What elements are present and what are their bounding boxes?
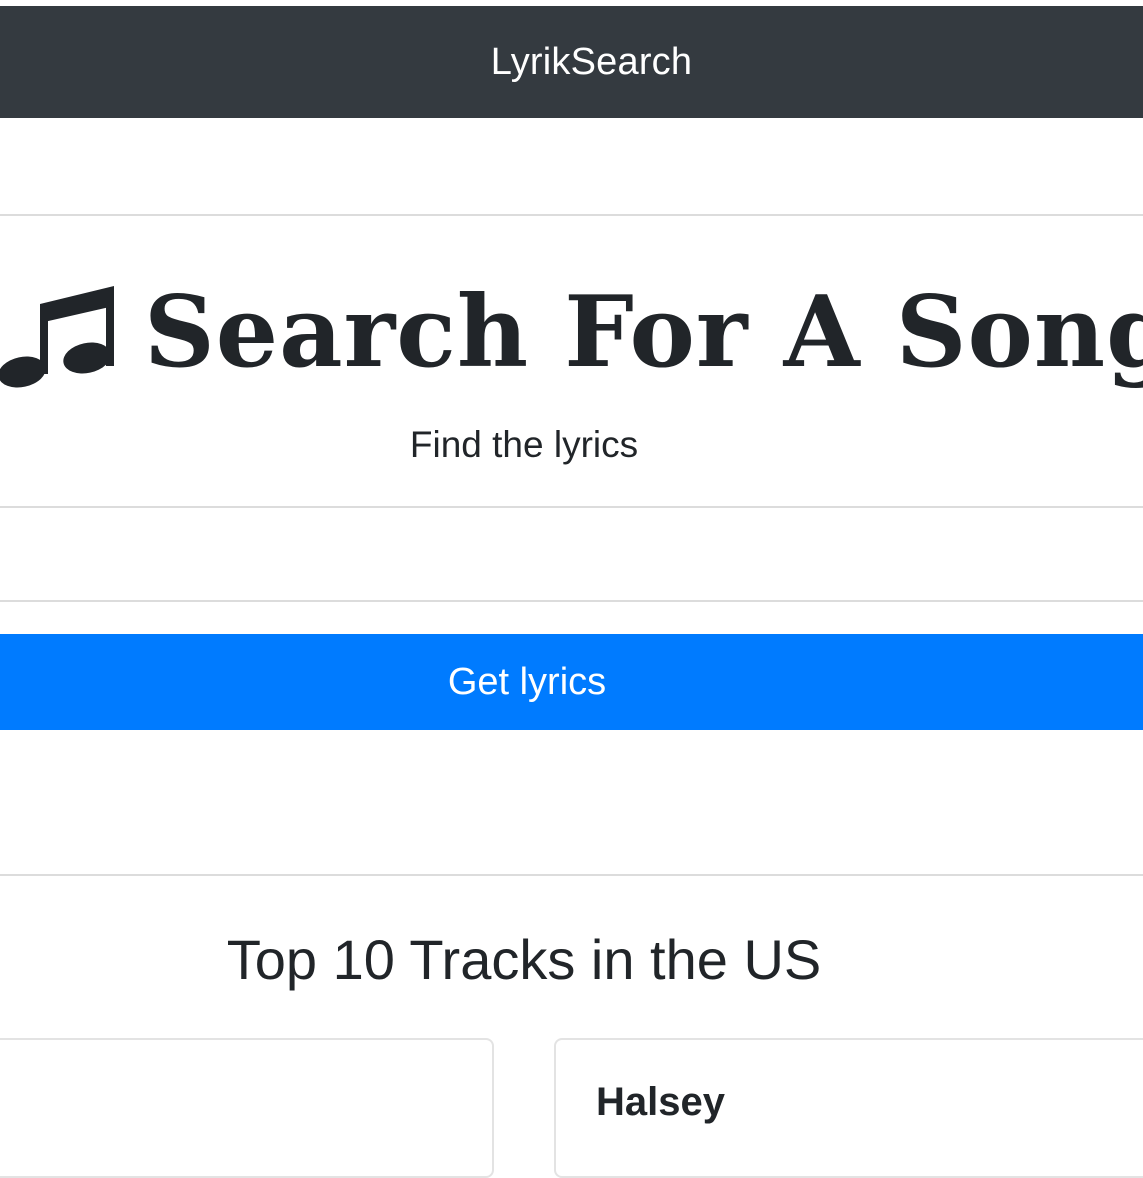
brand-link[interactable]: LyrikSearch — [451, 41, 692, 84]
section-title: Top 10 Tracks in the US — [226, 928, 822, 991]
track-card[interactable]: Halsey — [554, 1038, 1143, 1178]
music-note-icon — [0, 286, 114, 388]
divider — [0, 600, 1143, 602]
page-title: Search For A Song — [144, 275, 1143, 390]
navbar: LyrikSearch — [0, 6, 1143, 118]
track-artist: Halsey — [596, 1080, 725, 1124]
divider — [0, 214, 1143, 216]
hero-heading: Search For A Song — [0, 268, 1143, 398]
divider — [0, 874, 1143, 876]
search-input[interactable] — [0, 508, 1143, 600]
track-card[interactable] — [0, 1038, 494, 1178]
hero-subtitle: Find the lyrics — [409, 424, 639, 465]
get-lyrics-button[interactable]: Get lyrics — [0, 634, 1143, 730]
